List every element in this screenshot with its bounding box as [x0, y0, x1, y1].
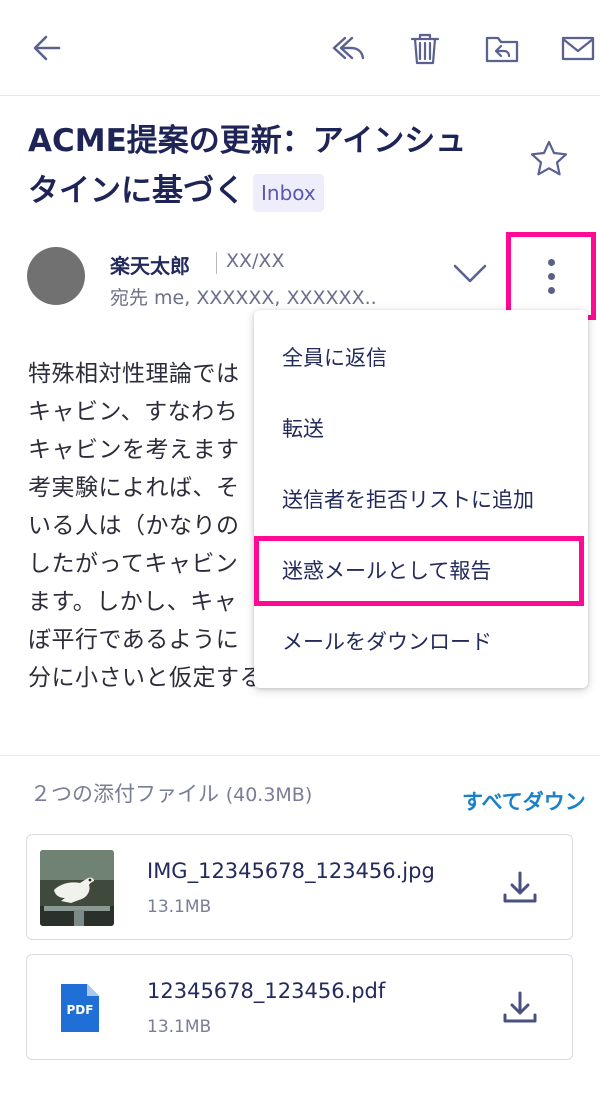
attachment-size: 13.1MB — [147, 1017, 212, 1037]
delete-button[interactable] — [400, 22, 450, 74]
attachments-header: ２つの添付ファイル (40.3MB) — [30, 778, 312, 808]
attachment-item[interactable]: IMG_12345678_123456.jpg 13.1MB — [26, 834, 573, 940]
attachment-name: 12345678_123456.pdf — [147, 979, 386, 1003]
folder-badge[interactable]: Inbox — [253, 173, 324, 212]
section-divider — [0, 755, 600, 756]
report-spam-highlight — [254, 536, 584, 606]
back-arrow-icon — [33, 35, 61, 61]
menu-item-reply-all[interactable]: 全員に返信 — [254, 322, 588, 392]
reply-button[interactable] — [323, 22, 373, 74]
email-subject: ACME提案の更新：アインシュ タインに基づく Inbox — [28, 116, 498, 216]
back-button[interactable] — [22, 22, 72, 74]
sender-avatar — [27, 247, 85, 305]
move-to-folder-button[interactable] — [477, 22, 527, 74]
more-options-button[interactable] — [506, 232, 596, 320]
sender-separator — [216, 252, 217, 274]
folder-move-icon — [485, 36, 519, 63]
recipients-line[interactable]: 宛先 me, XXXXXX, XXXXXX.. — [110, 283, 377, 310]
download-icon[interactable] — [497, 867, 543, 907]
envelope-icon — [561, 36, 595, 61]
chevron-down-icon[interactable] — [449, 256, 491, 292]
menu-item-download-email[interactable]: メールをダウンロード — [254, 606, 588, 676]
sender-name[interactable]: 楽天太郎 — [110, 250, 190, 279]
image-thumbnail — [40, 850, 114, 926]
download-all-link[interactable]: すべてダウン — [462, 786, 586, 816]
more-vertical-icon — [547, 258, 555, 294]
download-icon[interactable] — [497, 987, 543, 1027]
subject-line-2: タインに基づく — [28, 173, 245, 209]
subject-line-1: ACME提案の更新：アインシュ — [28, 123, 467, 159]
trash-icon — [410, 33, 440, 65]
attachments-count: ２つの添付ファイル — [30, 782, 219, 806]
menu-item-forward[interactable]: 転送 — [254, 393, 588, 463]
menu-item-block-sender[interactable]: 送信者を拒否リストに追加 — [254, 464, 588, 534]
star-icon[interactable] — [528, 138, 570, 180]
email-toolbar — [0, 0, 600, 96]
pdf-icon-label: PDF — [66, 1003, 94, 1017]
reply-icon — [332, 36, 365, 60]
email-date: XX/XX — [226, 250, 285, 272]
attachment-item[interactable]: PDF 12345678_123456.pdf 13.1MB — [26, 954, 573, 1060]
attachment-name: IMG_12345678_123456.jpg — [147, 859, 435, 883]
attachments-total-size: (40.3MB) — [225, 784, 313, 806]
mark-unread-button[interactable] — [553, 22, 600, 74]
more-options-menu: 全員に返信 転送 送信者を拒否リストに追加 迷惑メールとして報告 メールをダウン… — [254, 310, 588, 688]
attachment-size: 13.1MB — [147, 897, 212, 917]
